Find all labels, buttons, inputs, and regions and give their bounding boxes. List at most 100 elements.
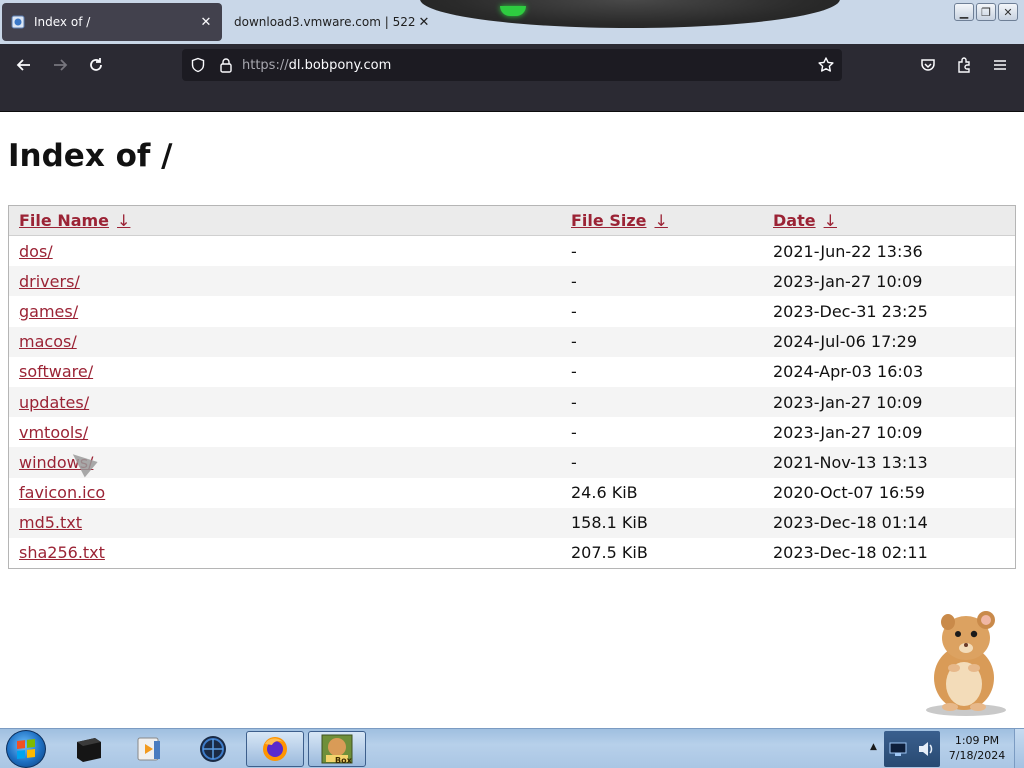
url-text[interactable]: https://dl.bobpony.com <box>242 58 816 73</box>
hamburger-menu-icon <box>994 60 1006 70</box>
file-link[interactable]: md5.txt <box>19 513 82 532</box>
globe-app-icon <box>200 736 226 762</box>
page-favicon-icon <box>10 14 26 30</box>
file-size: - <box>571 241 577 261</box>
start-button[interactable] <box>6 730 46 768</box>
tab-close-icon[interactable]: ✕ <box>416 14 432 30</box>
table-row: updates/ -2023-Jan-27 10:09 <box>9 386 1015 418</box>
network-monitor-icon[interactable] <box>889 741 907 757</box>
column-header-file-name: File Name ↓ <box>9 206 561 236</box>
pocket-button[interactable] <box>916 53 940 77</box>
terminal-app-icon <box>77 738 101 762</box>
taskbar-clock[interactable]: 1:09 PM 7/18/2024 <box>940 733 1014 763</box>
sort-by-name-link[interactable]: File Name ↓ <box>19 211 130 230</box>
close-window-button[interactable]: ✕ <box>998 3 1018 21</box>
file-date: 2023-Jan-27 10:09 <box>763 266 1015 297</box>
file-link[interactable]: software/ <box>19 362 93 381</box>
tab-title: download3.vmware.com | 522: Conn <box>234 15 416 29</box>
sort-arrow-icon: ↓ <box>823 211 837 230</box>
taskbar-item-bonzi-box[interactable]: Box <box>308 731 366 767</box>
windows-logo-icon <box>17 739 35 759</box>
column-header-file-size: File Size ↓ <box>561 206 763 236</box>
file-link[interactable]: dos/ <box>19 242 53 261</box>
tab-vmware-error[interactable]: download3.vmware.com | 522: Conn ✕ <box>226 3 440 41</box>
table-row: md5.txt 158.1 KiB 2023-Dec-18 01:14 <box>9 507 1015 538</box>
file-link[interactable]: drivers/ <box>19 272 80 291</box>
file-date: 2021-Jun-22 13:36 <box>773 241 923 261</box>
table-row: dos/ - 2021-Jun-22 13:36 <box>9 236 1015 266</box>
browser-nav-bar: https://dl.bobpony.com <box>0 44 1024 86</box>
tab-title: Index of / <box>34 15 91 29</box>
reload-icon <box>90 58 102 71</box>
toolbar-spacer <box>0 86 1024 112</box>
file-date: 2023-Dec-31 23:25 <box>773 301 928 321</box>
table-row: windows/-2021-Nov-13 13:13 <box>9 447 1015 478</box>
table-row: vmtools/ - 2023-Jan-27 10:09 <box>9 417 1015 447</box>
file-size: - <box>571 422 577 442</box>
forward-button[interactable] <box>48 53 72 77</box>
column-header-date: Date ↓ <box>763 206 1015 236</box>
media-player-icon <box>137 737 160 761</box>
table-header-row: File Name ↓ File Size ↓ Date ↓ <box>9 206 1015 236</box>
sort-by-date-link[interactable]: Date ↓ <box>773 211 837 230</box>
sort-arrow-icon: ↓ <box>654 211 668 230</box>
show-hidden-icons-arrow-icon[interactable]: ▲ <box>870 742 877 752</box>
bonzi-box-label: Box <box>335 756 352 765</box>
file-link[interactable]: sha256.txt <box>19 543 105 562</box>
forward-arrow-icon <box>54 59 68 71</box>
tray-icons <box>884 731 940 767</box>
file-date: 2024-Jul-06 17:29 <box>763 326 1015 357</box>
file-date: 2023-Dec-18 02:11 <box>773 543 928 563</box>
table-row: software/ - 2024-Apr-03 16:03 <box>9 357 1015 387</box>
url-bar[interactable]: https://dl.bobpony.com <box>182 49 842 81</box>
sort-by-size-link[interactable]: File Size ↓ <box>571 211 668 230</box>
firefox-icon <box>263 737 287 761</box>
app-menu-button[interactable] <box>988 53 1012 77</box>
file-date: 2023-Jan-27 10:09 <box>773 422 923 442</box>
file-size: 158.1 KiB <box>561 507 763 538</box>
restore-button[interactable]: ❐ <box>976 3 996 21</box>
page-content: Index of / File Name ↓ File Size ↓ Date ↓ d… <box>0 112 1024 728</box>
taskbar-item-firefox[interactable] <box>246 731 304 767</box>
file-date: 2024-Apr-03 16:03 <box>773 362 924 382</box>
system-tray: ▲ 1:09 PM 7/18/2024 <box>864 729 1024 768</box>
volume-icon[interactable] <box>917 741 935 757</box>
page-title: Index of / <box>8 138 173 174</box>
clock-date: 7/18/2024 <box>948 749 1006 762</box>
file-link[interactable]: games/ <box>19 302 78 321</box>
tab-index-of[interactable]: Index of / ✕ <box>2 3 222 41</box>
table-row: macos/ -2024-Jul-06 17:29 <box>9 326 1015 357</box>
url-host: dl.bobpony.com <box>288 57 392 73</box>
file-link[interactable]: vmtools/ <box>19 423 88 442</box>
back-button[interactable] <box>12 53 36 77</box>
table-row: sha256.txt 207.5 KiB 2023-Dec-18 02:11 <box>9 538 1015 568</box>
taskbar-item-media-player[interactable] <box>120 731 178 767</box>
back-arrow-icon <box>16 59 30 71</box>
tab-close-icon[interactable]: ✕ <box>198 14 214 30</box>
file-size: 207.5 KiB <box>571 543 648 563</box>
tracking-protection-shield-icon[interactable] <box>188 55 208 75</box>
file-link[interactable]: macos/ <box>19 332 77 351</box>
file-size: - <box>561 386 763 418</box>
sort-arrow-icon: ↓ <box>117 211 131 230</box>
taskbar-item-terminal[interactable] <box>60 731 118 767</box>
pocket-icon <box>921 59 935 71</box>
file-link[interactable]: updates/ <box>19 393 89 412</box>
file-size: - <box>561 447 763 478</box>
bookmark-star-icon[interactable] <box>816 55 836 75</box>
taskbar-item-globe[interactable] <box>184 731 242 767</box>
lock-icon[interactable] <box>216 55 236 75</box>
file-link[interactable]: favicon.ico <box>19 483 105 502</box>
directory-listing-table: File Name ↓ File Size ↓ Date ↓ dos/ - 2021-Ju… <box>8 205 1016 570</box>
puzzle-icon <box>958 57 970 73</box>
file-date: 2021-Nov-13 13:13 <box>763 447 1015 478</box>
file-date: 2023-Dec-18 01:14 <box>763 507 1015 538</box>
extensions-button[interactable] <box>952 53 976 77</box>
show-desktop-button[interactable] <box>1014 729 1024 768</box>
window-frame-glass <box>420 0 840 28</box>
minimize-button[interactable]: ▁ <box>954 3 974 21</box>
table-row: games/ - 2023-Dec-31 23:25 <box>9 296 1015 326</box>
file-size: - <box>561 326 763 357</box>
reload-button[interactable] <box>84 53 108 77</box>
windows-taskbar: Box ▲ 1:09 PM 7/18/2024 <box>0 728 1024 768</box>
